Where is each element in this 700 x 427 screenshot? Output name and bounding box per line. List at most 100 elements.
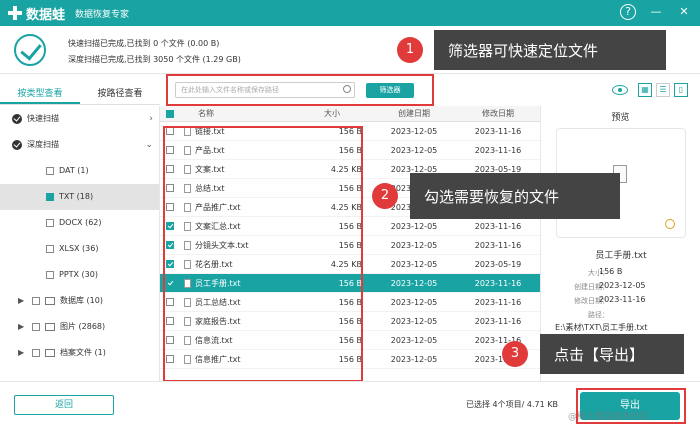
step-badge-1: 1: [397, 37, 423, 63]
col-size[interactable]: 大小: [292, 106, 372, 121]
archive-icon: [45, 349, 55, 357]
checked-circle-icon: [12, 140, 22, 150]
tab-by-path[interactable]: 按路径查看: [80, 84, 160, 104]
image-icon: [45, 323, 55, 331]
file-modified: 2023-11-16: [474, 279, 522, 288]
tree-deep-scan[interactable]: 深度扫描 ⌄: [0, 132, 159, 158]
step-badge-3: 3: [502, 341, 528, 367]
file-created: 2023-12-05: [390, 127, 438, 136]
plus-logo-icon: [8, 6, 22, 20]
file-modified: 2023-11-16: [474, 298, 522, 307]
title-bar: 数据蛙 数据恢复专家 ? — ✕: [0, 0, 700, 26]
tree-item-pptx[interactable]: PPTX (30): [0, 262, 159, 288]
app-subtitle: 数据恢复专家: [75, 9, 130, 20]
magnifier-icon[interactable]: [665, 219, 675, 229]
tree-label: 档案文件 (1): [60, 348, 106, 357]
callout-1: 筛选器可快速定位文件: [434, 30, 666, 70]
col-name[interactable]: 名称: [184, 106, 292, 121]
file-modified: 2023-11-16: [474, 317, 522, 326]
callout-text: 勾选需要恢复的文件: [424, 187, 560, 206]
tree-item-dat[interactable]: DAT (1): [0, 158, 159, 184]
tree-quick-scan[interactable]: 快速扫描 ›: [0, 106, 159, 132]
table-header: 名称 大小 创建日期 修改日期: [160, 106, 540, 122]
preview-title: 预览: [611, 113, 630, 123]
file-created: 2023-12-05: [390, 146, 438, 155]
tab-divider: [0, 104, 160, 105]
modified-value: 2023-11-16: [599, 295, 646, 304]
detail-view-icon[interactable]: ▯: [674, 83, 688, 97]
app-logo: 数据蛙: [8, 4, 65, 23]
help-icon[interactable]: ?: [620, 4, 636, 20]
tree-folder-database[interactable]: ▶ 数据库 (10): [0, 288, 159, 314]
checkbox[interactable]: [46, 167, 54, 175]
tree-label: TXT (18): [59, 192, 94, 201]
checkbox[interactable]: [46, 271, 54, 279]
tree-label: PPTX (30): [59, 270, 98, 279]
col-modified[interactable]: 修改日期: [456, 106, 540, 121]
tree-folder-archive[interactable]: ▶ 档案文件 (1): [0, 340, 159, 366]
file-modified: 2023-11-16: [474, 336, 522, 345]
tree-folder-images[interactable]: ▶ 图片 (2868): [0, 314, 159, 340]
col-created[interactable]: 创建日期: [372, 106, 456, 121]
file-modified: 2023-11-16: [474, 146, 522, 155]
path-label: 路径：: [588, 311, 609, 319]
checkbox[interactable]: [32, 323, 40, 331]
tree-item-txt[interactable]: TXT (18): [0, 184, 159, 210]
tree-label: 数据库 (10): [60, 296, 103, 305]
tree-label: DAT (1): [59, 166, 89, 175]
step-badge-2: 2: [372, 183, 398, 209]
scan-complete-check-icon: [14, 34, 46, 66]
callout-3: 点击【导出】: [540, 334, 684, 374]
tree-item-xlsx[interactable]: XLSX (36): [0, 236, 159, 262]
tree-label: 快速扫描: [27, 114, 59, 123]
file-created: 2023-12-05: [390, 260, 438, 269]
path-value: E:\素材\TXT\员工手册.txt: [555, 323, 648, 332]
checkbox[interactable]: [46, 219, 54, 227]
tree-label: DOCX (62): [59, 218, 102, 227]
callout-text: 点击【导出】: [554, 345, 645, 364]
back-button[interactable]: 返回: [14, 395, 114, 415]
expand-arrow-icon[interactable]: ▶: [18, 292, 28, 310]
file-modified: 2023-11-16: [474, 127, 522, 136]
callout-text: 筛选器可快速定位文件: [448, 41, 599, 60]
tree-label: 图片 (2868): [60, 322, 106, 331]
quick-scan-status: 快速扫描已完成,已找到 0 个文件 (0.00 B): [68, 39, 220, 48]
chevron-down-icon[interactable]: ⌄: [145, 136, 153, 154]
view-tabs: 按类型查看 按路径查看: [0, 84, 160, 104]
grid-view-icon[interactable]: ▦: [638, 83, 652, 97]
checkbox-highlight-box: [163, 126, 363, 382]
select-all-checkbox[interactable]: [165, 109, 174, 118]
checkbox-partial[interactable]: [46, 193, 54, 201]
close-icon[interactable]: ✕: [676, 4, 692, 20]
file-modified: 2023-11-16: [474, 241, 522, 250]
export-highlight-box: [576, 388, 686, 424]
window-controls: ? — ✕: [620, 4, 692, 20]
file-created: 2023-12-05: [390, 298, 438, 307]
tab-by-type[interactable]: 按类型查看: [0, 84, 80, 104]
tree-item-docx[interactable]: DOCX (62): [0, 210, 159, 236]
file-type-tree: 快速扫描 › 深度扫描 ⌄ DAT (1) TXT (18) DOCX (62)…: [0, 106, 160, 381]
file-created: 2023-12-05: [390, 241, 438, 250]
checkbox[interactable]: [32, 349, 40, 357]
tree-label: XLSX (36): [59, 244, 99, 253]
checkbox[interactable]: [32, 297, 40, 305]
created-value: 2023-12-05: [599, 281, 646, 290]
preview-file-name: 员工手册.txt: [595, 251, 647, 261]
deep-scan-status: 深度扫描已完成,已找到 3050 个文件 (1.29 GB): [68, 55, 241, 64]
app-name: 数据蛙: [26, 7, 66, 23]
eye-icon[interactable]: [612, 85, 628, 95]
view-mode-controls: ▦ ☰ ▯: [612, 83, 688, 97]
database-icon: [45, 297, 55, 305]
expand-arrow-icon[interactable]: ▶: [18, 344, 28, 362]
file-created: 2023-12-05: [390, 279, 438, 288]
expand-arrow-icon[interactable]: ▶: [18, 318, 28, 336]
file-created: 2023-12-05: [390, 355, 438, 364]
selection-summary: 已选择 4个项目/ 4.71 KB: [466, 400, 558, 409]
list-view-icon[interactable]: ☰: [656, 83, 670, 97]
file-modified: 2023-05-19: [474, 260, 522, 269]
checkbox[interactable]: [46, 245, 54, 253]
chevron-right-icon[interactable]: ›: [149, 110, 153, 128]
minimize-icon[interactable]: —: [648, 4, 664, 20]
filter-highlight-box: [166, 74, 434, 106]
callout-2: 勾选需要恢复的文件: [410, 173, 620, 219]
